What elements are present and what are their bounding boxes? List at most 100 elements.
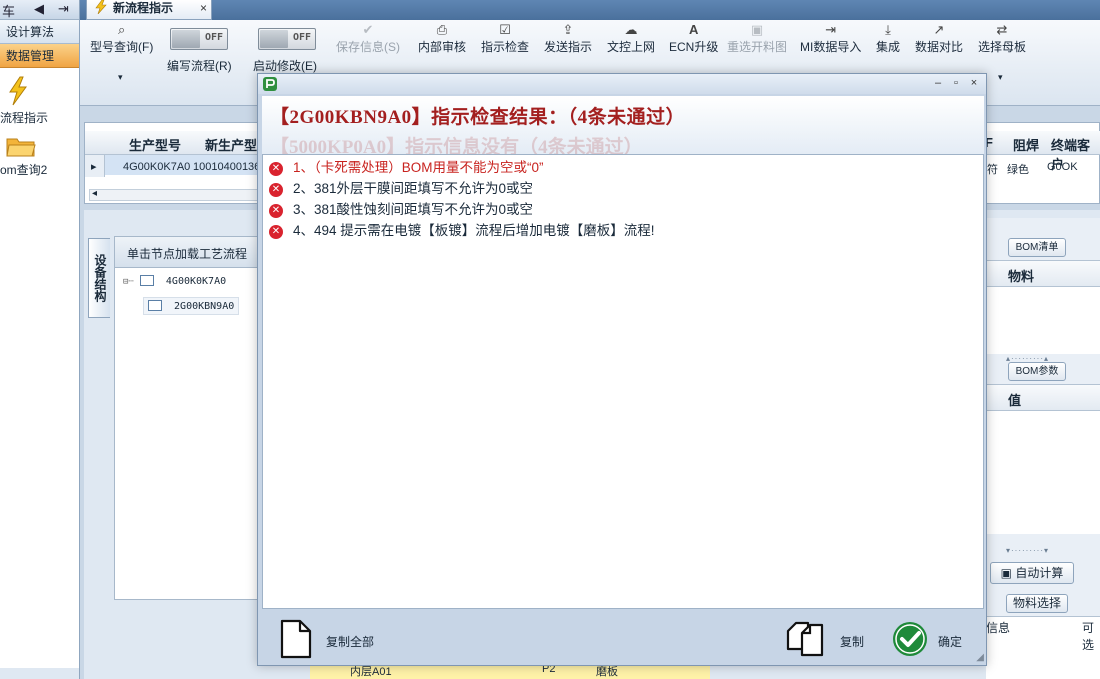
send-instruction-button[interactable]: ⇪ 发送指示 xyxy=(544,22,592,55)
exit-icon[interactable]: ⇥ xyxy=(58,1,69,17)
dialog-header: 【2G00KBN9A0】指示检查结果：（4条未通过） 【5000KP0A0】指示… xyxy=(262,96,984,154)
cell-production-model[interactable]: 4G00K0K7A0 xyxy=(123,161,190,173)
row-marker: ▸ xyxy=(91,161,97,173)
node-icon xyxy=(148,300,162,311)
cell-new-model[interactable]: 10010400136 xyxy=(193,161,260,173)
list-item[interactable]: ✕ 1、（卡死需处理）BOM用量不能为空或“0” xyxy=(269,156,544,176)
close-icon[interactable]: × xyxy=(200,0,207,16)
bom-params-tab[interactable]: BOM参数 xyxy=(1008,362,1066,381)
collapse-left-icon[interactable]: ◀ xyxy=(34,1,44,17)
error-icon: ✕ xyxy=(269,204,283,218)
document-tab-strip: 新流程指示 × xyxy=(80,0,1100,20)
select-motherboard-button[interactable]: ⇄ 选择母板 xyxy=(978,22,1026,55)
tab-device-structure[interactable]: 设备结构 xyxy=(88,238,110,318)
column-header-solder-mask[interactable]: 阻焊 xyxy=(1013,135,1039,154)
download-icon: ⤓ xyxy=(885,22,891,37)
data-compare-button[interactable]: ↗ 数据对比 xyxy=(915,22,963,55)
checkmark-circle-icon xyxy=(892,621,928,660)
nav-item-process-instruction[interactable]: 流程指示 xyxy=(0,76,80,126)
chevron-down-icon[interactable]: ▾ xyxy=(998,72,1003,83)
nav-section-design-algorithm[interactable]: 设计算法 xyxy=(0,20,79,44)
error-icon: ✕ xyxy=(269,225,283,239)
cell-end-customer[interactable]: G0OK xyxy=(1047,161,1078,173)
column-header-production-model[interactable]: 生产型号 xyxy=(129,135,181,154)
structure-tree: ⊟┄ 4G00K0K7A0 2G00KBN9A0 xyxy=(114,236,260,600)
copy-all-button[interactable]: 复制全部 xyxy=(278,619,398,659)
cell-fragment[interactable]: 符 xyxy=(987,161,998,177)
toggle-knob xyxy=(260,30,288,48)
dialog-titlebar[interactable]: – ▫ × xyxy=(258,74,986,94)
printer-icon: ⎙ xyxy=(436,22,448,37)
resize-grip-icon[interactable]: ◢ xyxy=(976,652,984,663)
tree-node-child[interactable]: 2G00KBN9A0 xyxy=(143,297,240,315)
doc-control-online-button[interactable]: ☁ 文控上网 xyxy=(607,22,655,55)
enable-edit-label: 启动修改(E) xyxy=(253,59,317,73)
list-item[interactable]: ✕ 4、494 提示需在电镀【板镀】流程后增加电镀【磨板】流程! xyxy=(269,219,655,239)
folder-icon xyxy=(6,134,80,161)
close-icon[interactable]: × xyxy=(966,76,982,91)
import-icon: ⇥ xyxy=(825,22,837,37)
material-grid: 信息 可选 xyxy=(986,616,1100,679)
instruction-check-button[interactable]: ☑ 指示检查 xyxy=(481,22,529,55)
column-header-material[interactable]: 物料 xyxy=(986,261,1100,287)
nav-item-label: om查询2 xyxy=(0,163,48,177)
list-item[interactable]: ✕ 3、381酸性蚀刻间距填写不允许为0或空 xyxy=(269,198,533,218)
check-result-dialog: – ▫ × 【2G00KBN9A0】指示检查结果：（4条未通过） 【5000KP… xyxy=(257,73,987,666)
calculator-icon: ▣ xyxy=(1000,566,1016,580)
search-icon: ⌕ xyxy=(118,22,126,37)
splitter-handle[interactable]: ▾·········▾ xyxy=(1006,546,1049,555)
internal-review-button[interactable]: ⎙ 内部审核 xyxy=(418,22,466,55)
nav-section-data-management[interactable]: 数据管理 xyxy=(0,44,79,68)
expand-icon[interactable]: ⊟┄ xyxy=(123,277,134,287)
dialog-footer: 复制全部 复制 确定 xyxy=(262,611,984,663)
column-header-new-model[interactable]: 新生产型 xyxy=(205,135,257,154)
mi-data-import-button[interactable]: ⇥ MI数据导入 xyxy=(800,22,861,55)
cell-solder-mask[interactable]: 绿色 xyxy=(1007,161,1029,177)
list-item[interactable]: ✕ 2、381外层干膜间距填写不允许为0或空 xyxy=(269,177,533,197)
issue-list: ✕ 1、（卡死需处理）BOM用量不能为空或“0” ✕ 2、381外层干膜间距填写不允… xyxy=(262,154,984,609)
scroll-left-icon[interactable]: ◂ xyxy=(92,188,97,199)
shuffle-icon: ⇄ xyxy=(996,22,1008,37)
left-nav-label: 车 xyxy=(2,4,16,19)
left-nav-toolbar: 车 ◀ ⇥ xyxy=(0,0,79,20)
bom-side-panel: BOM清单 物料 ▴·········▴ BOM参数 值 ▾·········▾… xyxy=(986,218,1100,679)
bom-list-tab[interactable]: BOM清单 xyxy=(1008,238,1066,257)
copy-button[interactable]: 复制 xyxy=(784,619,874,659)
image-icon: ▣ xyxy=(750,22,764,37)
nav-item-bom-query[interactable]: om查询2 xyxy=(0,134,80,178)
integrate-button[interactable]: ⤓ 集成 xyxy=(876,22,900,55)
cloud-upload-icon: ☁ xyxy=(624,22,638,37)
confirm-button[interactable]: 确定 xyxy=(892,619,982,659)
copy-icon xyxy=(784,619,826,662)
tree-node-root[interactable]: ⊟┄ 4G00K0K7A0 xyxy=(123,275,226,287)
column-header-available[interactable]: 可选 xyxy=(1082,619,1100,653)
font-icon: A xyxy=(688,22,699,37)
toggle-knob xyxy=(172,30,200,48)
checkbox-icon: ☑ xyxy=(499,22,511,37)
lightning-icon xyxy=(6,76,80,109)
ecn-upgrade-button[interactable]: A ECN升级 xyxy=(669,22,718,55)
material-select-tab[interactable]: 物料选择 xyxy=(1006,594,1068,613)
minimize-icon[interactable]: – xyxy=(930,76,946,91)
tab-label: 新流程指示 xyxy=(113,1,174,15)
save-info-button[interactable]: ✔ 保存信息(S) xyxy=(336,22,400,55)
reselect-cut-drawing-button[interactable]: ▣ 重选开料图 xyxy=(727,22,787,55)
auto-calc-button[interactable]: ▣ 自动计算 xyxy=(990,562,1074,584)
compress-icon: ↗ xyxy=(933,22,945,37)
enable-edit-toggle[interactable]: OFF xyxy=(258,28,316,50)
document-icon xyxy=(278,619,314,662)
check-icon: ✔ xyxy=(362,22,374,37)
dialog-title: 【2G00KBN9A0】指示检查结果：（4条未通过） xyxy=(270,107,686,128)
write-process-toggle[interactable]: OFF xyxy=(170,28,228,50)
error-icon: ✕ xyxy=(269,183,283,197)
upload-icon: ⇪ xyxy=(562,22,574,37)
maximize-icon[interactable]: ▫ xyxy=(948,76,964,91)
nav-body: 流程指示 om查询2 xyxy=(0,68,79,668)
nav-item-label: 流程指示 xyxy=(0,111,49,125)
node-icon xyxy=(139,275,154,286)
tab-new-process-instruction[interactable]: 新流程指示 × xyxy=(86,0,212,20)
model-query-button[interactable]: ⌕ 型号查询(F) xyxy=(90,22,153,55)
chevron-down-icon[interactable]: ▾ xyxy=(118,72,123,83)
column-header-value[interactable]: 值 xyxy=(986,385,1100,411)
column-header-info[interactable]: 信息 xyxy=(986,619,1010,636)
